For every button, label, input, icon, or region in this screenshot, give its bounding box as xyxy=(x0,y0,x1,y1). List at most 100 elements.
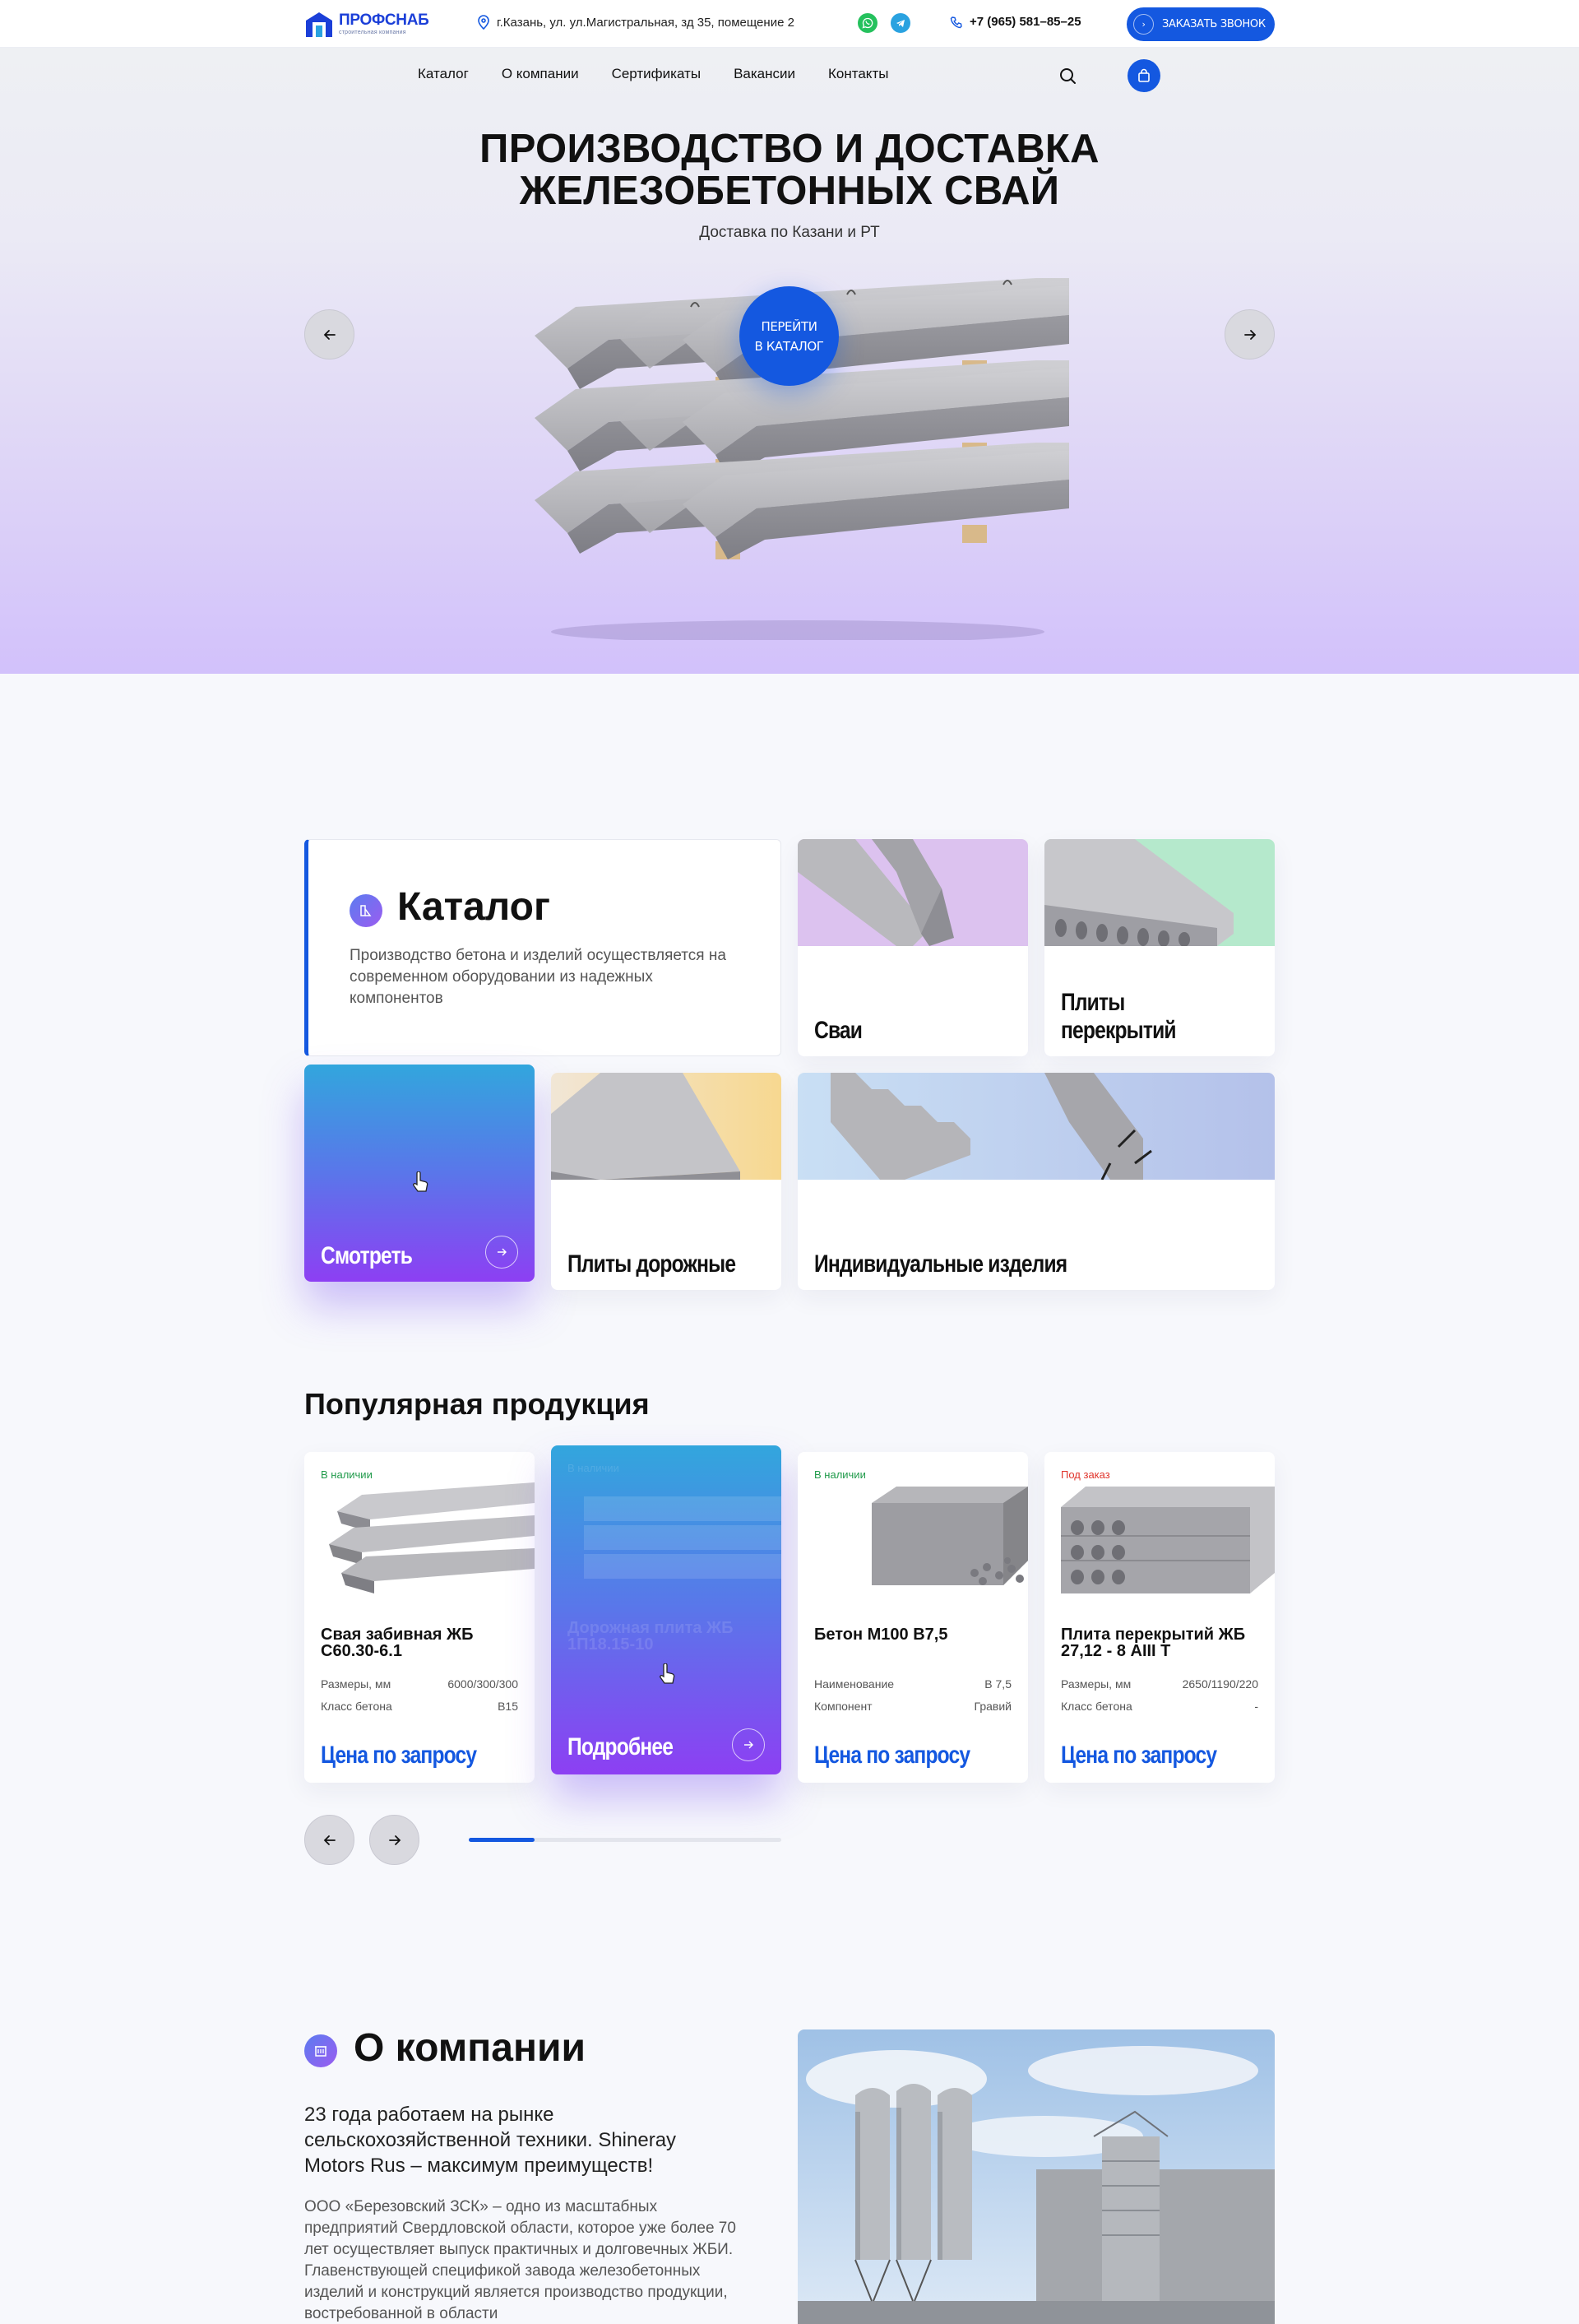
logo-name: ПРОФСНАБ xyxy=(339,12,429,29)
product-card[interactable]: В наличии Свая забивная ЖБ С60.30-6.1 Ра… xyxy=(304,1452,535,1783)
hero-next-button[interactable] xyxy=(1225,309,1275,360)
product-spec-row: Компонент Гравий xyxy=(814,1700,1012,1713)
popular-title: Популярная продукция xyxy=(304,1387,650,1421)
product-image xyxy=(584,1496,781,1579)
phone-text: +7 (965) 581–85–25 xyxy=(970,15,1081,29)
popular-next-button[interactable] xyxy=(369,1815,419,1865)
logo[interactable]: ПРОФСНАБ строительная компания xyxy=(304,7,429,41)
telegram-icon[interactable] xyxy=(891,13,910,33)
spec-key: Наименование xyxy=(814,1677,895,1691)
arrow-right-icon xyxy=(485,1236,518,1269)
tile-label-custom-products: Индивидуальные изделия xyxy=(814,1250,1067,1278)
product-image xyxy=(329,1482,535,1593)
catalog-tile-road-slabs[interactable]: Плиты дорожные xyxy=(551,1073,781,1290)
road-slab-image xyxy=(551,1073,781,1180)
spec-key: Компонент xyxy=(814,1700,873,1713)
hero-title-line1: ПРОИЗВОДСТВО И ДОСТАВКА xyxy=(479,127,1100,171)
cta-line2: В КАТАЛОГ xyxy=(754,338,824,354)
spec-key: Размеры, мм xyxy=(1061,1677,1132,1691)
arrow-right-icon xyxy=(1243,329,1256,340)
product-image xyxy=(872,1487,1028,1585)
see-all-label: Смотреть xyxy=(321,1242,413,1269)
tile-label-road-slabs: Плиты дорожные xyxy=(567,1250,736,1278)
spec-key: Класс бетона xyxy=(1061,1700,1132,1713)
whatsapp-icon[interactable] xyxy=(858,13,877,33)
catalog-icon xyxy=(350,894,382,927)
location-pin-icon xyxy=(478,15,489,30)
about-text: ООО «Березовский ЗСК» – одно из масштабн… xyxy=(304,2198,736,2322)
address[interactable]: г.Казань, ул. ул.Магистральная, зд 35, п… xyxy=(477,15,794,30)
hero-subtitle: Доставка по Казани и РТ xyxy=(699,224,880,241)
shopping-bag-icon xyxy=(1138,68,1150,82)
nav-item-catalog[interactable]: Каталог xyxy=(418,66,469,82)
nav-item-contacts[interactable]: Контакты xyxy=(828,66,888,82)
hand-cursor-icon xyxy=(660,1663,675,1684)
phone-icon xyxy=(950,16,962,28)
hand-cursor-icon xyxy=(413,1171,428,1192)
arrow-right-icon: › xyxy=(1133,14,1154,35)
tile-label-floor-slabs: Плиты перекрытий xyxy=(1061,989,1177,1044)
more-details-label: Подробнее xyxy=(567,1733,674,1760)
cta-line1: ПЕРЕЙТИ xyxy=(761,318,817,334)
product-card-hovered[interactable]: В наличии Дорожная плита ЖБ 1П18.15-10 П… xyxy=(551,1445,781,1774)
hero-title: ПРОИЗВОДСТВО И ДОСТАВКА ЖЕЛЕЗОБЕТОННЫХ С… xyxy=(0,128,1579,212)
hero-title-line2: ЖЕЛЕЗОБЕТОННЫХ СВАЙ xyxy=(519,169,1060,213)
product-card[interactable]: В наличии Бетон М100 В7,5 Наименование B… xyxy=(798,1452,1028,1783)
about-title: О компании xyxy=(354,2026,586,2070)
arrow-right-icon xyxy=(732,1728,765,1761)
catalog-see-all-tile[interactable]: Смотреть xyxy=(304,1065,535,1282)
spec-value: B 7,5 xyxy=(984,1677,1012,1691)
spec-value: - xyxy=(1254,1700,1258,1713)
product-name: Дорожная плита ЖБ 1П18.15-10 xyxy=(567,1619,734,1654)
hero-prev-button[interactable] xyxy=(304,309,354,360)
about-lead: 23 года работаем на рынке сельскохозяйст… xyxy=(304,2104,677,2177)
floor-slab-image xyxy=(1044,839,1275,946)
catalog-title: Каталог xyxy=(397,885,550,929)
spec-value: 2650/1190/220 xyxy=(1182,1677,1258,1691)
piles-image xyxy=(798,839,1028,946)
product-name: Плита перекрытий ЖБ 27,12 - 8 AIII T xyxy=(1061,1626,1246,1660)
nav-item-vacancies[interactable]: Вакансии xyxy=(734,66,795,82)
catalog-description: Производство бетона и изделий осуществля… xyxy=(350,947,726,1007)
popular-prev-button[interactable] xyxy=(304,1815,354,1865)
slider-progress-bar[interactable] xyxy=(469,1838,781,1842)
spec-value: Гравий xyxy=(974,1700,1012,1713)
catalog-tile-custom-products[interactable]: Индивидуальные изделия xyxy=(798,1073,1275,1290)
catalog-intro-card: Каталог Производство бетона и изделий ос… xyxy=(304,839,781,1056)
arrow-right-icon xyxy=(388,1835,401,1845)
logo-mark-icon xyxy=(304,9,334,39)
spec-key: Класс бетона xyxy=(321,1700,392,1713)
spec-value: 6000/300/300 xyxy=(447,1677,518,1691)
tile-label-piles: Сваи xyxy=(814,1017,863,1044)
product-price: Цена по запросу xyxy=(1061,1742,1217,1769)
callback-button[interactable]: › ЗАКАЗАТЬ ЗВОНОК xyxy=(1127,7,1275,41)
top-bar: ПРОФСНАБ строительная компания г.Казань,… xyxy=(0,0,1579,48)
arrow-left-icon xyxy=(323,1835,336,1845)
spec-key: Размеры, мм xyxy=(321,1677,391,1691)
catalog-tile-floor-slabs[interactable]: Плиты перекрытий xyxy=(1044,839,1275,1056)
search-icon[interactable] xyxy=(1058,66,1079,87)
product-name: Свая забивная ЖБ С60.30-6.1 xyxy=(321,1626,474,1660)
messenger-links xyxy=(858,13,910,33)
logo-tagline: строительная компания xyxy=(339,30,406,35)
phone-link[interactable]: +7 (965) 581–85–25 xyxy=(950,15,1081,29)
product-spec-row: Класс бетона - xyxy=(1061,1700,1258,1713)
product-image xyxy=(1061,1487,1275,1593)
address-text: г.Казань, ул. ул.Магистральная, зд 35, п… xyxy=(497,15,794,30)
callback-label: ЗАКАЗАТЬ ЗВОНОК xyxy=(1162,18,1266,30)
go-to-catalog-button[interactable]: ПЕРЕЙТИ В КАТАЛОГ xyxy=(739,286,839,386)
product-spec-row: Размеры, мм 6000/300/300 xyxy=(321,1677,518,1691)
nav-item-certificates[interactable]: Сертификаты xyxy=(612,66,701,82)
product-card[interactable]: Под заказ Плита перекрытий ЖБ 27,12 - 8 … xyxy=(1044,1452,1275,1783)
concrete-plant-photo xyxy=(798,2029,1275,2324)
nav-item-about[interactable]: О компании xyxy=(502,66,579,82)
product-price: Цена по запросу xyxy=(321,1742,477,1769)
building-icon xyxy=(304,2034,337,2067)
arrow-left-icon xyxy=(323,329,336,340)
catalog-tile-piles[interactable]: Сваи xyxy=(798,839,1028,1056)
main-nav: Каталог О компании Сертификаты Вакансии … xyxy=(418,66,888,82)
spec-value: B15 xyxy=(498,1700,518,1713)
product-spec-row: Класс бетона B15 xyxy=(321,1700,518,1713)
hero-slider: Каталог О компании Сертификаты Вакансии … xyxy=(0,48,1579,674)
cart-button[interactable] xyxy=(1128,59,1160,92)
